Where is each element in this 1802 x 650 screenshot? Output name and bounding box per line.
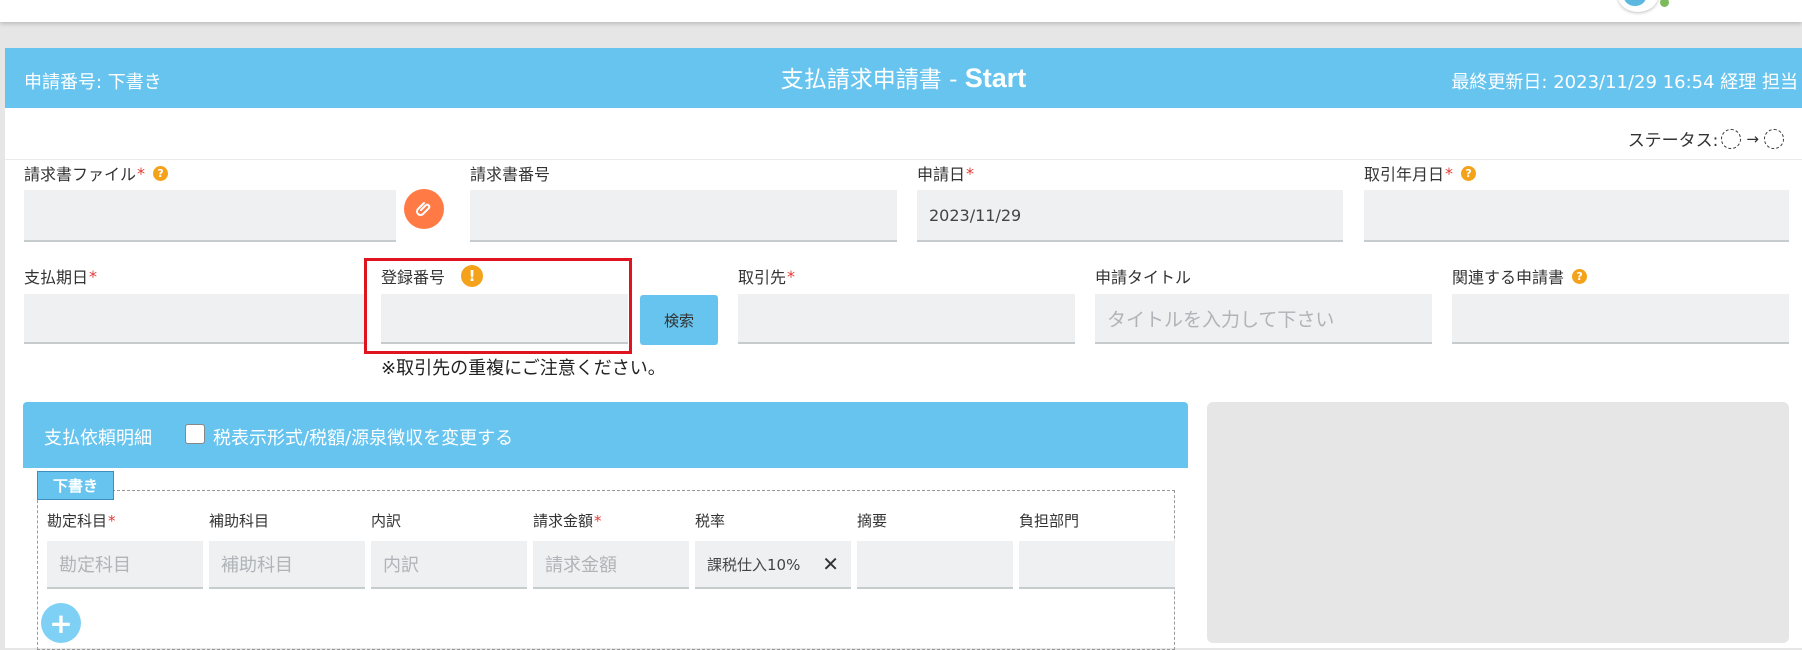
status-from-circle-icon [1721, 128, 1742, 149]
related-applications-field[interactable] [1452, 294, 1789, 344]
form-title-text: 支払請求申請書 - [780, 67, 965, 93]
transaction-month-label: 取引年月日 * ? [1364, 161, 1477, 185]
tax-rate-value: 課税仕入10% [707, 555, 801, 574]
header-divider [5, 159, 1802, 160]
search-button[interactable]: 検索 [640, 295, 718, 345]
required-mark: * [89, 266, 98, 286]
form-state: Start [964, 63, 1027, 93]
payment-details-panel: 支払依頼明細 税表示形式/税額/源泉徴収を変更する [23, 402, 1188, 650]
application-date-label-text: 申請日 [917, 165, 966, 184]
related-applications-label-text: 関連する申請書 [1452, 268, 1565, 287]
transaction-month-field[interactable] [1364, 190, 1789, 242]
column-amount-label: 請求金額* [533, 510, 602, 531]
tax-rate-select[interactable]: 課税仕入10% ✕ [695, 541, 851, 589]
question-circle-icon[interactable]: ? [1572, 268, 1588, 284]
tax-settings-checkbox[interactable] [185, 424, 205, 444]
column-department-label: 負担部門 [1019, 512, 1080, 530]
vendor-label: 取引先 * [738, 264, 795, 288]
close-icon[interactable]: ✕ [822, 552, 839, 576]
question-circle-icon[interactable]: ? [1461, 165, 1477, 181]
top-navigation-bar [0, 0, 1802, 22]
summary-input[interactable] [857, 541, 1013, 589]
sub-account-input[interactable]: 補助科目 [209, 541, 365, 589]
required-mark: * [1445, 163, 1454, 183]
invoice-number-field[interactable] [470, 190, 897, 242]
paperclip-icon [415, 202, 431, 217]
payment-details-header: 支払依頼明細 税表示形式/税額/源泉徴収を変更する [23, 402, 1188, 468]
tax-settings-checkbox-label[interactable]: 税表示形式/税額/源泉徴収を変更する [213, 424, 513, 450]
payment-due-field[interactable] [24, 294, 364, 344]
column-summary-label: 摘要 [857, 512, 888, 530]
question-circle-icon[interactable]: ? [153, 165, 169, 181]
last-updated: 最終更新日: 2023/11/29 16:54 経理 担当 [1451, 72, 1798, 93]
breakdown-input[interactable]: 内訳 [371, 541, 527, 589]
invoice-preview-panel [1207, 402, 1789, 643]
invoice-file-label: 請求書ファイル * ? [24, 161, 169, 185]
attach-file-button[interactable] [404, 189, 444, 229]
required-mark: * [137, 163, 146, 183]
draft-tag: 下書き [37, 471, 114, 500]
related-applications-label: 関連する申請書 ? [1452, 264, 1588, 288]
column-breakdown-label: 内訳 [371, 512, 402, 530]
column-account-label: 勘定科目* [47, 510, 116, 531]
account-input[interactable]: 勘定科目 [47, 541, 203, 589]
amount-input[interactable]: 請求金額 [533, 541, 689, 589]
payment-due-label: 支払期日 * [24, 264, 97, 288]
column-amount-label-text: 請求金額 [533, 512, 594, 530]
department-input[interactable] [1019, 541, 1175, 589]
required-mark: * [108, 512, 116, 530]
required-mark: * [966, 163, 975, 183]
required-mark: * [594, 512, 602, 530]
vendor-field[interactable] [738, 294, 1075, 344]
status-indicator: ステータス: → [1628, 126, 1784, 151]
application-title-input[interactable]: タイトルを入力して下さい [1095, 294, 1432, 344]
invoice-file-label-text: 請求書ファイル [24, 165, 137, 184]
status-label: ステータス: [1627, 131, 1719, 151]
arrow-right-icon: → [1746, 129, 1759, 148]
plus-circle-icon[interactable]: + [41, 603, 81, 643]
status-to-circle-icon [1764, 128, 1784, 149]
invoice-number-label: 請求書番号 [470, 165, 551, 184]
column-account-label-text: 勘定科目 [47, 512, 108, 530]
application-date-field[interactable]: 2023/11/29 [917, 190, 1343, 242]
user-avatar[interactable] [1618, 0, 1658, 12]
online-status-dot [1660, 0, 1669, 7]
transaction-month-label-text: 取引年月日 [1364, 165, 1445, 184]
invoice-file-field[interactable] [24, 190, 396, 242]
highlight-box [364, 258, 632, 354]
column-sub-account-label: 補助科目 [209, 512, 270, 530]
form-header: 申請番号: 下書き 支払請求申請書 - Start 最終更新日: 2023/11… [5, 48, 1802, 108]
payment-due-label-text: 支払期日 [24, 268, 89, 287]
application-date-label: 申請日 * [917, 161, 974, 185]
vendor-label-text: 取引先 [738, 268, 787, 287]
required-mark: * [787, 266, 796, 286]
column-tax-rate-label: 税率 [695, 512, 726, 530]
duplicate-vendor-note: ※取引先の重複にご注意ください。 [381, 358, 666, 379]
application-title-label: 申請タイトル [1095, 268, 1192, 287]
payment-details-title: 支払依頼明細 [44, 428, 152, 449]
